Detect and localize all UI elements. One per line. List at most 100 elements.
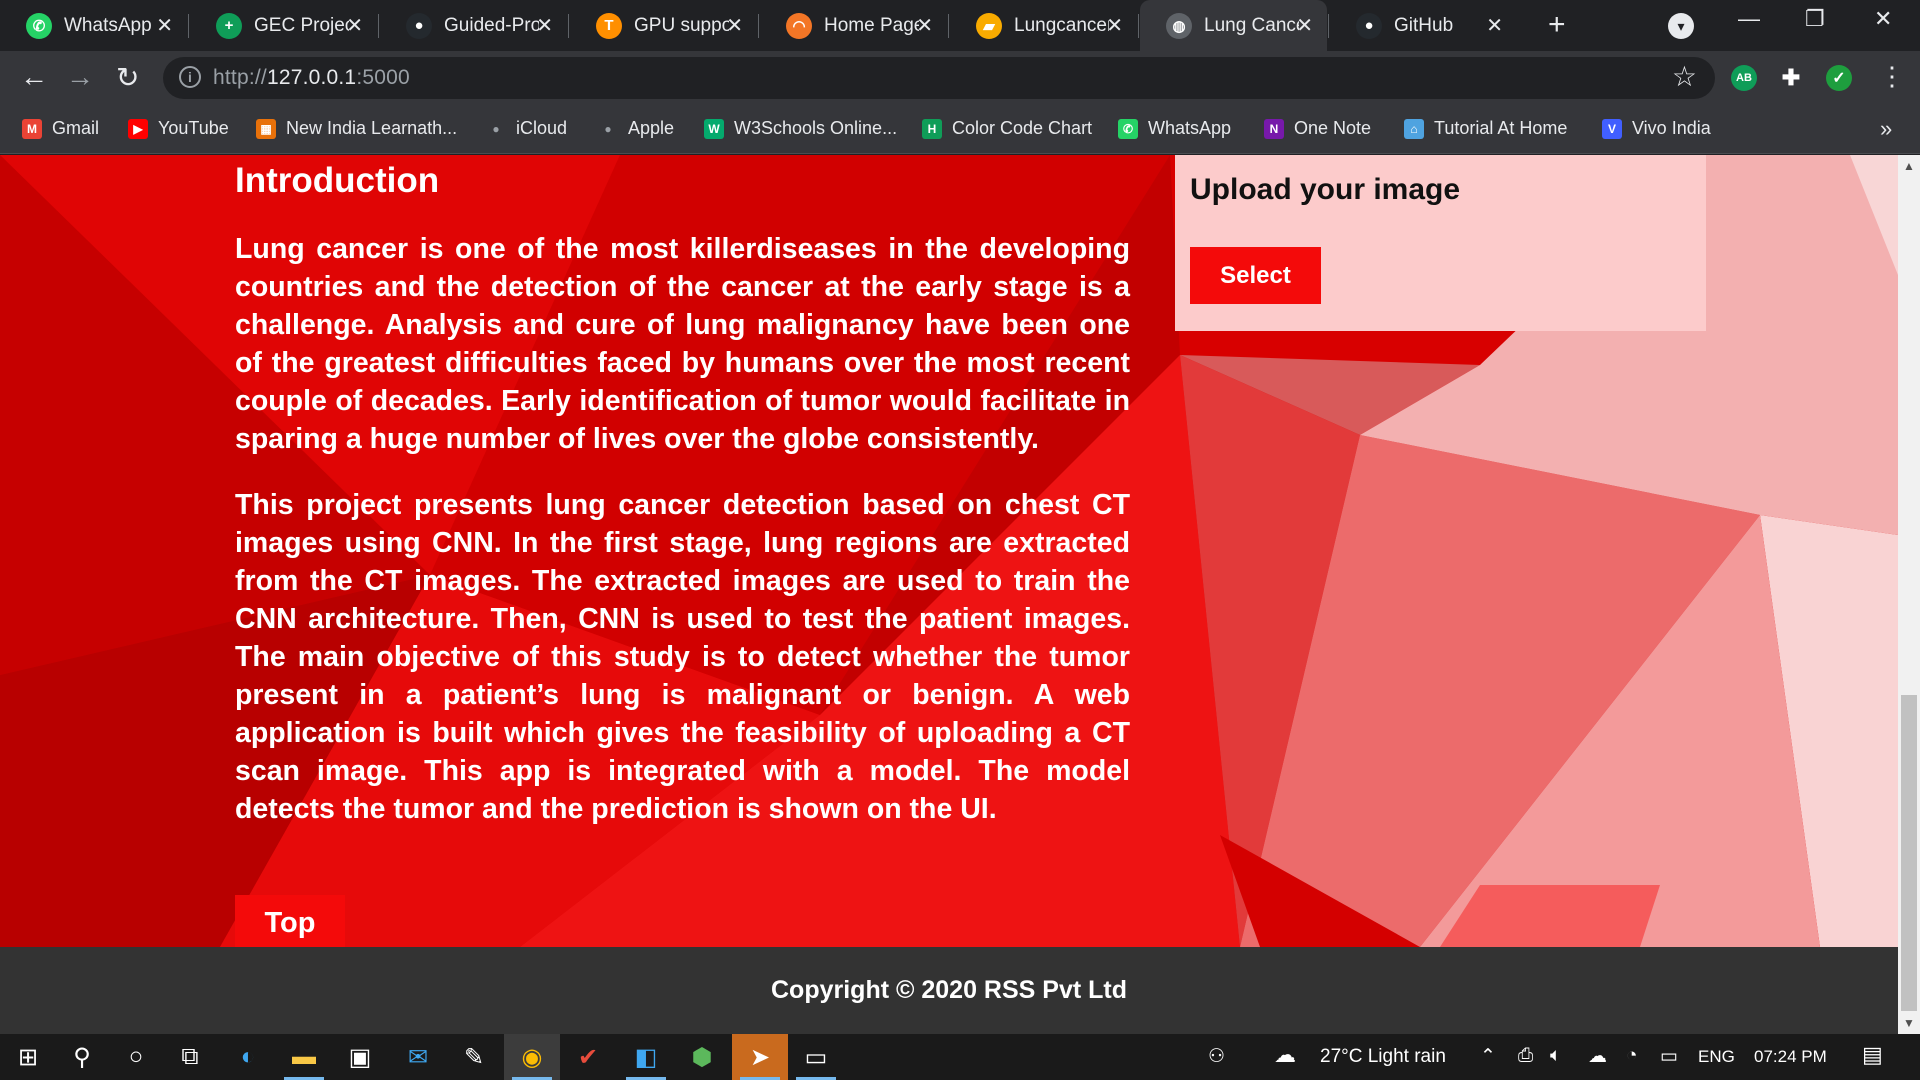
visual-studio-icon[interactable]: ◧ [618,1034,674,1080]
pen-app-icon[interactable]: ✎ [446,1034,502,1080]
tab-search-icon[interactable]: ▾ [1668,13,1694,39]
upload-title: Upload your image [1190,173,1461,206]
tab-2[interactable]: ● Guided-Proj ✕ [380,0,567,51]
bookmark-10[interactable]: V Vivo India [1602,118,1711,139]
apple-icon: ● [604,121,612,136]
bookmark-label: One Note [1294,118,1372,138]
cortana-icon[interactable]: ○ [108,1034,164,1080]
file-explorer-icon[interactable]: ▬ [276,1034,332,1080]
tab-1[interactable]: + GEC Project✕ [190,0,377,51]
copyright-text: Copyright © 2020 RSS Pvt Ltd [771,976,1127,1004]
onedrive-icon[interactable]: ☁ [1588,1045,1607,1068]
people-icon[interactable]: ⚇ [1208,1045,1225,1068]
page-scrollbar[interactable]: ▲ ▼ [1898,155,1920,1034]
tab-close-icon[interactable]: ✕ [156,13,173,38]
notifications-icon[interactable]: ▤ [1862,1042,1883,1068]
tray-chevron-icon[interactable]: ⌃ [1480,1045,1496,1068]
tab-close-icon[interactable]: ✕ [346,13,363,38]
tab-close-icon[interactable]: ✕ [916,13,933,38]
adblock-extension-icon[interactable]: AB [1731,65,1757,91]
scrollbar-thumb[interactable] [1901,695,1917,1011]
mail-icon[interactable]: ✉ [390,1034,446,1080]
bookmark-0[interactable]: M Gmail [22,118,99,139]
onenote-icon: N [1264,118,1284,139]
url-text[interactable]: http://127.0.0.1:5000 [213,66,410,90]
telegram-icon[interactable]: ➤ [732,1034,788,1080]
shield-check-icon[interactable]: ✓ [1826,65,1852,91]
bookmark-4[interactable]: ● Apple [598,118,674,139]
vivo-icon: V [1602,118,1622,139]
tab-close-icon[interactable]: ✕ [1486,13,1503,38]
bookmark-3[interactable]: ● iCloud [486,118,567,139]
tab-7[interactable]: ● GitHub ✕ [1330,0,1517,51]
sheets-icon: + [216,12,242,39]
bookmark-1[interactable]: ▶ YouTube [128,118,229,139]
meet-now-icon[interactable]: ⎙ [1518,1045,1533,1067]
top-button[interactable]: Top [235,895,345,947]
vscode-red-icon[interactable]: ✔ [560,1034,616,1080]
globe-icon: ◍ [1166,12,1192,39]
tab-close-icon[interactable]: ✕ [1106,13,1123,38]
site-info-icon[interactable]: i [179,66,201,88]
bookmark-6[interactable]: H Color Code Chart [922,118,1092,139]
task-view-icon[interactable]: ⧉ [162,1034,218,1080]
edge-icon[interactable]: ◐ [220,1034,276,1080]
new-tab-button[interactable]: + [1548,8,1566,42]
bookmark-8[interactable]: N One Note [1264,118,1371,139]
windows-start-icon[interactable]: ⊞ [0,1034,56,1080]
bookmark-label: YouTube [158,118,229,138]
battery-icon[interactable]: ▭ [1660,1045,1678,1068]
tab-6[interactable]: ◍ Lung Cance ✕ [1140,0,1327,51]
language-indicator[interactable]: ENG [1698,1047,1735,1067]
wifi-icon[interactable]: ◔ [1626,1045,1637,1067]
tab-3[interactable]: T GPU suppor ✕ [570,0,757,51]
close-window-icon[interactable]: ✕ [1874,6,1892,32]
nodejs-icon[interactable]: ⬢ [674,1034,730,1080]
clock[interactable]: 07:24 PM [1754,1047,1827,1067]
bookmark-7[interactable]: ✆ WhatsApp [1118,118,1231,139]
tab-separator [568,14,569,38]
bookmark-label: Color Code Chart [952,118,1093,138]
scroll-down-arrow-icon[interactable]: ▼ [1903,1016,1915,1030]
tab-separator [188,14,189,38]
tab-separator [948,14,949,38]
tab-4[interactable]: ◠ Home Page ✕ [760,0,947,51]
tab-0[interactable]: ✆ WhatsApp ✕ [0,0,187,51]
reload-icon[interactable]: ↻ [116,61,139,94]
tab-close-icon[interactable]: ✕ [726,13,743,38]
tab-5[interactable]: ▰ Lungcancer ✕ [950,0,1137,51]
tab-label: GitHub [1394,14,1454,36]
bookmark-5[interactable]: W W3Schools Online... [704,118,897,139]
minimize-icon[interactable]: — [1738,6,1760,32]
whatsapp-icon: ✆ [26,12,52,39]
select-image-button[interactable]: Select [1190,247,1321,304]
chrome-icon[interactable]: ◉ [504,1034,560,1080]
volume-icon[interactable]: 🔈︎ [1550,1045,1561,1067]
page-footer: Copyright © 2020 RSS Pvt Ltd [0,947,1898,1034]
menu-kebab-icon[interactable]: ⋮ [1879,61,1905,92]
intro-paragraph-2: This project presents lung cancer detect… [235,489,1130,825]
bookmark-star-icon[interactable]: ☆ [1672,60,1697,93]
weather-text[interactable]: 27°C Light rain [1320,1046,1446,1068]
store-icon[interactable]: ▣ [332,1034,388,1080]
search-icon[interactable]: ⚲ [54,1034,110,1080]
restore-icon[interactable]: ❐ [1805,6,1825,32]
forward-icon[interactable]: → [66,61,94,93]
apple-icon: ● [492,121,500,136]
bookmarks-overflow-icon[interactable]: » [1880,116,1892,142]
back-icon[interactable]: ← [20,61,48,93]
tab-separator [1328,14,1329,38]
bookmark-2[interactable]: ▦ New India Learnath... [256,118,457,139]
bookmark-9[interactable]: ⌂ Tutorial At Home [1404,118,1567,139]
tab-label: Lung Cance [1204,14,1299,36]
tab-close-icon[interactable]: ✕ [1296,13,1313,38]
tab-separator [378,14,379,38]
weather-cloud-icon[interactable]: ☁ [1274,1042,1296,1068]
address-bar[interactable]: i http://127.0.0.1:5000 ☆ [163,57,1715,99]
whatsapp-icon: ✆ [1118,118,1138,139]
youtube-icon: ▶ [128,118,148,139]
extensions-puzzle-icon[interactable]: ✚ [1778,65,1804,91]
scroll-up-arrow-icon[interactable]: ▲ [1903,159,1915,173]
tab-close-icon[interactable]: ✕ [536,13,553,38]
terminal-icon[interactable]: ▭ [788,1034,844,1080]
